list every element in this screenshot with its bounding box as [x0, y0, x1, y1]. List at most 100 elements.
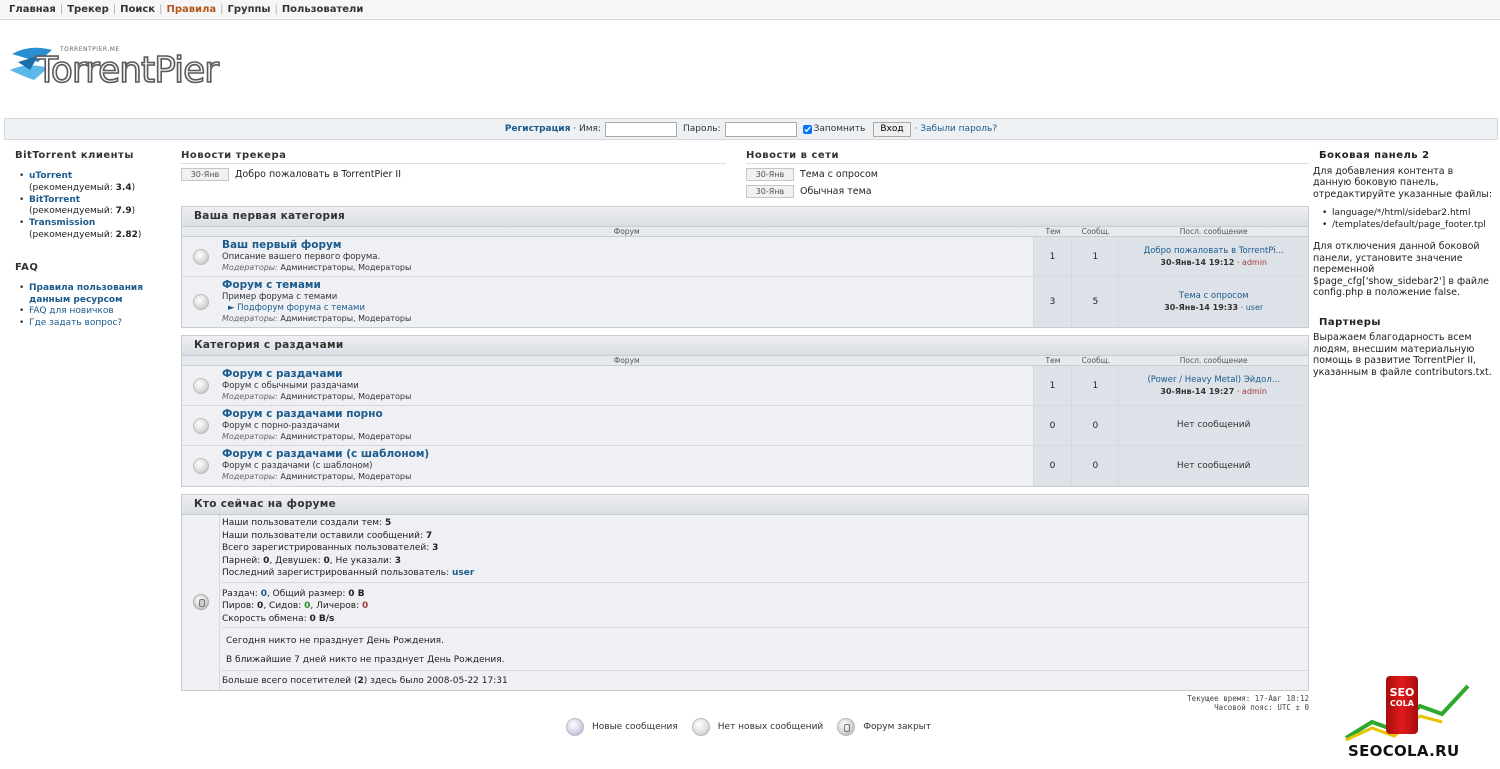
last-post-link[interactable]: Тема с опросом — [1179, 291, 1249, 302]
username-input[interactable] — [604, 121, 677, 137]
forgot-password-link[interactable]: · Забыли пароль? — [915, 124, 998, 134]
table-header: Форум Тем Сообщ. Посл. сообщение — [182, 356, 1308, 366]
client-transmission-link[interactable]: Transmission — [29, 218, 95, 228]
stats-icon — [192, 594, 209, 611]
faq-list: Правила пользования данным ресурсом FAQ … — [15, 283, 175, 330]
forum-row: Форум с раздачами Форум с обычными разда… — [182, 366, 1309, 406]
partners-title: Партнеры — [1319, 316, 1381, 328]
forum-name-link[interactable]: Форум с темами — [222, 279, 1031, 292]
client-bittorrent-link[interactable]: BitTorrent — [29, 195, 80, 205]
forum-moderators: Модераторы: Администраторы, Модераторы — [221, 432, 412, 441]
forum-topics-count: 0 — [1033, 446, 1073, 486]
clients-title: BitTorrent клиенты — [15, 150, 134, 161]
who-title: Кто сейчас на форуме — [182, 495, 1308, 515]
legend-new: Новые сообщения — [592, 722, 678, 732]
forum-last-post: Нет сообщений — [1119, 446, 1309, 486]
faq-item: FAQ для новичков — [15, 306, 175, 318]
faq-title: FAQ — [15, 261, 39, 273]
subforum-link[interactable]: ► Подфорум форума с темами — [222, 303, 1031, 314]
login-button[interactable]: Вход — [873, 121, 911, 137]
client-item: uTorrent(рекомендуемый: 3.4) — [15, 171, 175, 195]
faq-rules-link[interactable]: Правила пользования данным ресурсом — [29, 283, 143, 305]
register-link[interactable]: Регистрация — [505, 124, 571, 134]
news-link[interactable]: Добро пожаловать в TorrentPier II — [235, 169, 401, 180]
forum-description: Пример форума с темами — [221, 292, 338, 302]
forum-status-icon — [192, 377, 209, 394]
forum-last-post: Добро пожаловать в TorrentPi... 30-Янв-1… — [1119, 237, 1309, 276]
top-menu: Главная | Трекер | Поиск | Правила | Группы | Поль… — [0, 0, 1500, 20]
no-posts-label: Нет сообщений — [1176, 460, 1251, 471]
birthday-today: Сегодня никто не празднует День Рождения… — [226, 636, 444, 646]
client-utorrent-link[interactable]: uTorrent — [29, 171, 72, 181]
menu-home[interactable]: Главная — [9, 4, 56, 15]
remember-label: Запомнить — [813, 124, 866, 134]
last-post-link[interactable]: (Power / Heavy Metal) Эйдол... — [1147, 375, 1279, 386]
net-news: Новости в сети 30-Янв Тема с опросом 30-… — [746, 150, 1309, 199]
name-label: · Имя: — [573, 124, 601, 134]
forum-last-post: Нет сообщений — [1119, 406, 1309, 445]
new-posts-icon — [566, 718, 584, 736]
last-post-user-link[interactable]: admin — [1242, 258, 1267, 267]
who-is-online: Кто сейчас на форуме Наши пользователи с… — [181, 494, 1309, 691]
clients-list: uTorrent(рекомендуемый: 3.4) BitTorrent (… — [15, 171, 175, 242]
site-logo[interactable]: TORRENTPIER.ME TorrentPier — [8, 36, 248, 100]
category-first: Ваша первая категория Форум Тем Сообщ. П… — [181, 206, 1309, 328]
forum-topics-count: 1 — [1033, 237, 1073, 276]
cola-can: SEO COLA — [1386, 676, 1418, 734]
timezone: Часовой пояс: UTC ± 0 — [1214, 703, 1309, 712]
last-post-user-link[interactable]: user — [1246, 303, 1263, 312]
forum-stats: Наши пользователи создали тем: 5 Наши по… — [222, 517, 1308, 583]
last-post-meta: 30-Янв-14 19:33 · user — [1164, 303, 1264, 312]
client-item: Transmission(рекомендуемый: 2.82) — [15, 218, 175, 242]
left-sidebar: BitTorrent клиенты uTorrent(рекомендуемы… — [15, 150, 175, 350]
news-link[interactable]: Обычная тема — [800, 186, 872, 197]
legend-nonew: Нет новых сообщений — [717, 722, 824, 732]
last-post-link[interactable]: Добро пожаловать в TorrentPi... — [1144, 246, 1284, 257]
password-input[interactable] — [724, 121, 797, 137]
category-title[interactable]: Ваша первая категория — [182, 207, 1308, 227]
news-link[interactable]: Тема с опросом — [800, 169, 878, 180]
login-bar: Регистрация · Имя: Пароль: Запомнить Вхо… — [4, 118, 1498, 140]
forum-name-link[interactable]: Форум с раздачами порно — [222, 408, 1031, 421]
menu-groups[interactable]: Группы — [228, 4, 271, 15]
forum-description: Форум с раздачами (с шаблоном) — [221, 461, 373, 471]
col-posts: Сообщ. — [1081, 227, 1111, 236]
forum-name-link[interactable]: Ваш первый форум — [222, 239, 1031, 252]
forum-row: Форум с раздачами (с шаблоном) Форум с р… — [182, 446, 1309, 486]
partners-text: Выражаем благодарность всем людям, внесш… — [1313, 332, 1492, 378]
sidebar2-files: language/*/html/sidebar2.html /templates… — [1313, 208, 1493, 231]
forum-name-link[interactable]: Форум с раздачами — [222, 368, 1031, 381]
menu-search[interactable]: Поиск — [120, 4, 155, 15]
menu-tracker[interactable]: Трекер — [67, 4, 109, 15]
watermark-text: SEOCOLA.RU — [1348, 742, 1460, 760]
client-note-close: ) — [131, 182, 136, 193]
category-title[interactable]: Категория с раздачами — [182, 336, 1308, 356]
remember-checkbox[interactable] — [802, 124, 812, 134]
faq-ask-link[interactable]: Где задать вопрос? — [29, 318, 122, 328]
forum-posts-count: 1 — [1072, 237, 1120, 276]
forum-status-icon — [192, 248, 209, 265]
last-post-user-link[interactable]: admin — [1242, 387, 1267, 396]
newest-user-link[interactable]: user — [452, 568, 474, 578]
menu-users[interactable]: Пользователи — [282, 4, 364, 15]
forum-posts-count: 1 — [1072, 366, 1120, 405]
news-date: 30-Янв — [746, 184, 794, 198]
sidebar2-disable: Для отключения данной боковой панели, ус… — [1313, 241, 1489, 298]
forum-status-icon — [192, 417, 209, 434]
seocola-watermark: SEO COLA SEOCOLA.RU — [1342, 674, 1482, 766]
last-post-meta: 30-Янв-14 19:12 · admin — [1160, 257, 1267, 267]
col-topics: Тем — [1045, 227, 1061, 236]
menu-rules[interactable]: Правила — [166, 4, 216, 15]
faq-newbies-link[interactable]: FAQ для новичков — [29, 306, 114, 316]
right-sidebar: Боковая панель 2 Для добавления контента… — [1313, 150, 1493, 378]
forum-row: Форум с раздачами порно Форум с порно-ра… — [182, 406, 1309, 446]
forum-posts-count: 0 — [1072, 406, 1120, 445]
sidebar2-title: Боковая панель 2 — [1319, 150, 1430, 161]
sidebar2-intro: Для добавления контента в данную боковую… — [1313, 165, 1493, 200]
forum-description: Описание вашего первого форума. — [221, 252, 381, 262]
forum-last-post: (Power / Heavy Metal) Эйдол... 30-Янв-14… — [1119, 366, 1309, 405]
client-note: (рекомендуемый: — [29, 229, 116, 240]
forum-name-link[interactable]: Форум с раздачами (с шаблоном) — [222, 448, 1031, 461]
client-note: (рекомендуемый: — [29, 182, 116, 193]
last-post-meta: 30-Янв-14 19:27 · admin — [1160, 386, 1267, 396]
